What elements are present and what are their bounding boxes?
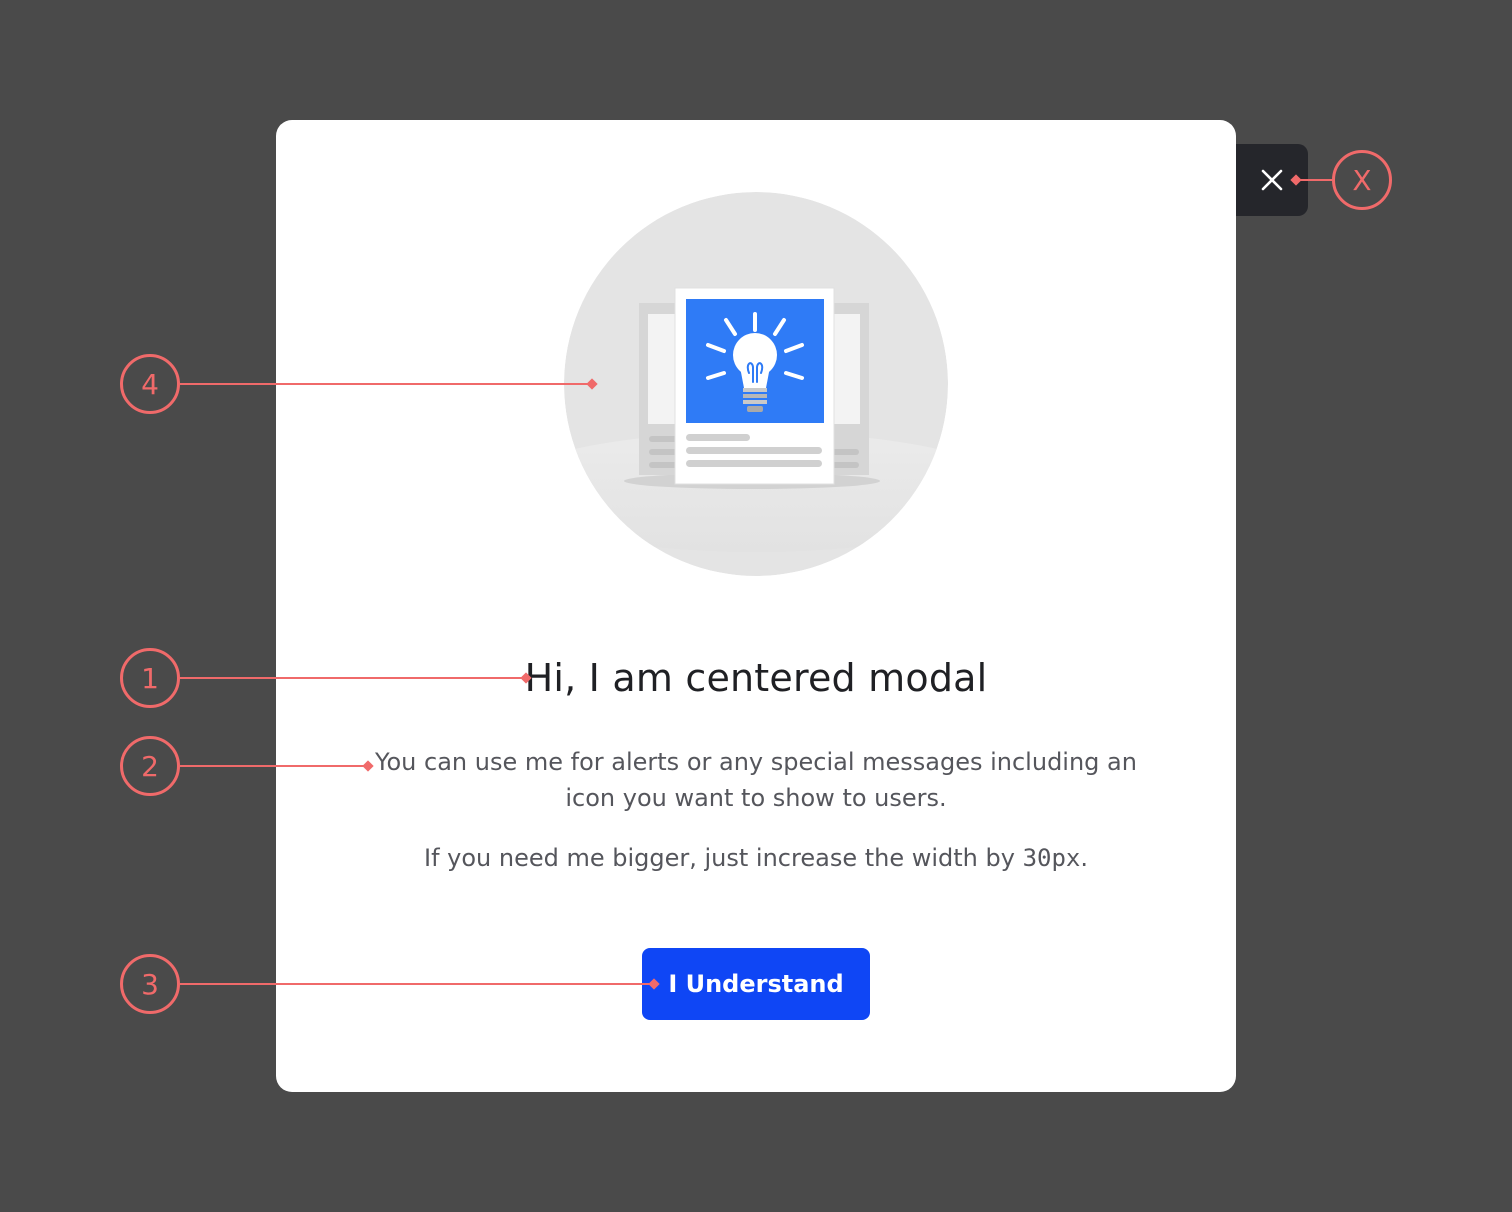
- modal-note-code: 30px: [1022, 844, 1081, 872]
- lightbulb-document-illustration: [564, 192, 948, 576]
- modal-note-text: If you need me bigger, just increase the…: [423, 844, 1023, 872]
- close-button[interactable]: [1236, 144, 1308, 216]
- modal-description: You can use me for alerts or any special…: [375, 748, 1137, 812]
- close-icon: [1261, 169, 1283, 191]
- modal-title: Hi, I am centered modal: [524, 656, 988, 700]
- i-understand-button[interactable]: I Understand: [642, 948, 870, 1020]
- modal-note-end: .: [1080, 844, 1089, 872]
- annotation-marker-illustration: 4: [120, 354, 180, 414]
- annotation-marker-description: 2: [120, 736, 180, 796]
- modal-note: If you need me bigger, just increase the…: [356, 840, 1156, 876]
- page-backdrop: Hi, I am centered modal You can use me f…: [0, 0, 1512, 1212]
- annotation-marker-button: 3: [120, 954, 180, 1014]
- annotation-marker-title: 1: [120, 648, 180, 708]
- annotation-marker-close: X: [1332, 150, 1392, 210]
